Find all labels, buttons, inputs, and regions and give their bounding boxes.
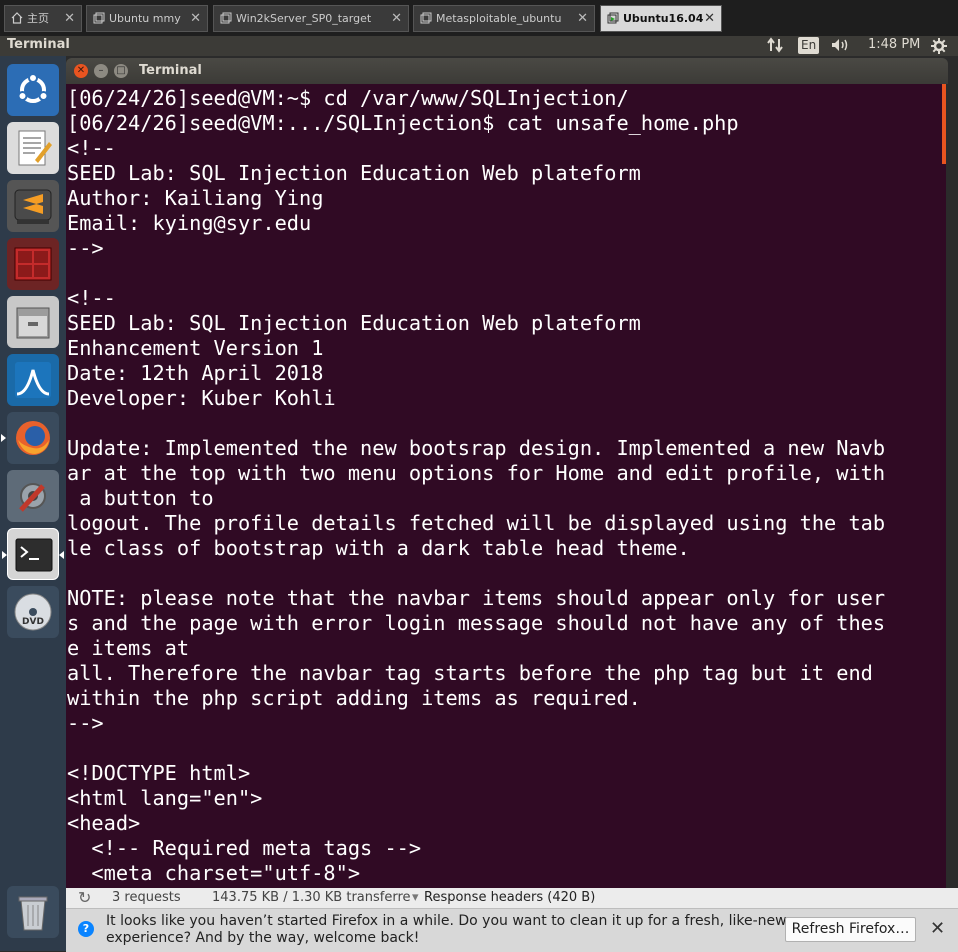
vm-icon (420, 8, 432, 24)
close-icon[interactable]: ✕ (391, 6, 402, 31)
vm-icon (93, 8, 105, 24)
vm-tab-label: Metasploitable_ubuntu (436, 12, 562, 25)
launcher: DVD (0, 56, 66, 951)
window-titlebar[interactable]: ✕ – □ Terminal (66, 58, 948, 84)
transfer-size: 143.75 KB / 1.30 KB transferre (212, 890, 411, 905)
vm-tab-label: Ubuntu mmy (109, 12, 181, 25)
focused-indicator (59, 551, 64, 559)
request-count: 3 requests (112, 890, 181, 905)
terminal-icon[interactable] (2, 528, 64, 580)
system-settings-icon[interactable] (7, 470, 59, 522)
vm-tab-label: Ubuntu16.04 (623, 12, 704, 25)
terminal-multiplexer-icon[interactable] (7, 238, 59, 290)
info-icon: ? (78, 921, 94, 937)
home-icon (11, 8, 23, 24)
network-transfer-icon[interactable] (766, 37, 784, 57)
vm-tab-metasploitable[interactable]: Metasploitable_ubuntu ✕ (413, 5, 595, 32)
vm-tab-label: 主页 (27, 12, 49, 25)
minimize-icon[interactable]: – (94, 64, 108, 78)
vm-tab-label: Win2kServer_SP0_target (236, 12, 372, 25)
vm-tab-home[interactable]: 主页 ✕ (4, 5, 82, 32)
terminal-output: [06/24/26]seed@VM:~$ cd /var/www/SQLInje… (67, 86, 886, 885)
refresh-notification-bar: ? It looks like you haven’t started Fire… (66, 908, 958, 952)
vm-tab-win2kserver[interactable]: Win2kServer_SP0_target ✕ (213, 5, 409, 32)
wireshark-icon[interactable] (7, 354, 59, 406)
scrollbar[interactable] (942, 84, 946, 164)
sublime-text-icon[interactable] (7, 180, 59, 232)
maximize-icon[interactable]: □ (114, 64, 128, 78)
vm-tab-bar: 主页 ✕ Ubuntu mmy ✕ Win2kServer_SP0_target… (0, 0, 958, 36)
trash-icon[interactable] (7, 886, 59, 938)
close-icon[interactable]: ✕ (704, 6, 715, 31)
chevron-down-icon[interactable]: ▾ (412, 890, 419, 905)
response-headers[interactable]: Response headers (420 B) (424, 890, 595, 905)
volume-icon[interactable] (830, 37, 852, 57)
clock[interactable]: 1:48 PM (868, 37, 920, 52)
reload-icon[interactable]: ↻ (78, 888, 91, 907)
running-indicator (2, 551, 7, 559)
window-title: Terminal (139, 63, 202, 78)
devtools-status-bar: ↻ 3 requests 143.75 KB / 1.30 KB transfe… (66, 888, 958, 908)
firefox-icon[interactable] (1, 412, 59, 464)
file-manager-icon[interactable] (7, 296, 59, 348)
refresh-firefox-button[interactable]: Refresh Firefox… (785, 917, 916, 942)
ubuntu-dash-icon[interactable] (7, 64, 59, 116)
vm-tab-ubuntu16[interactable]: Ubuntu16.04 ✕ (600, 5, 722, 32)
dvd-icon[interactable]: DVD (7, 586, 59, 638)
gear-icon[interactable] (930, 37, 948, 59)
terminal-window: ✕ – □ Terminal [06/24/26]seed@VM:~$ cd /… (66, 58, 948, 888)
close-icon[interactable]: ✕ (190, 6, 201, 31)
running-indicator (1, 434, 6, 442)
close-icon[interactable]: ✕ (64, 6, 75, 31)
vm-tab-ubuntu-mmy[interactable]: Ubuntu mmy ✕ (86, 5, 208, 32)
notification-message: It looks like you haven’t started Firefo… (106, 913, 787, 946)
top-panel: Terminal En 1:48 PM (0, 36, 958, 56)
svg-text:DVD: DVD (22, 617, 44, 627)
close-icon[interactable]: ✕ (74, 64, 88, 78)
vm-running-icon (607, 8, 619, 24)
text-editor-icon[interactable] (7, 122, 59, 174)
close-icon[interactable]: ✕ (930, 918, 945, 939)
close-icon[interactable]: ✕ (577, 6, 588, 31)
vm-icon (220, 8, 232, 24)
keyboard-indicator[interactable]: En (798, 37, 820, 54)
active-app-title: Terminal (7, 37, 70, 52)
terminal-output-area[interactable]: [06/24/26]seed@VM:~$ cd /var/www/SQLInje… (66, 84, 946, 888)
